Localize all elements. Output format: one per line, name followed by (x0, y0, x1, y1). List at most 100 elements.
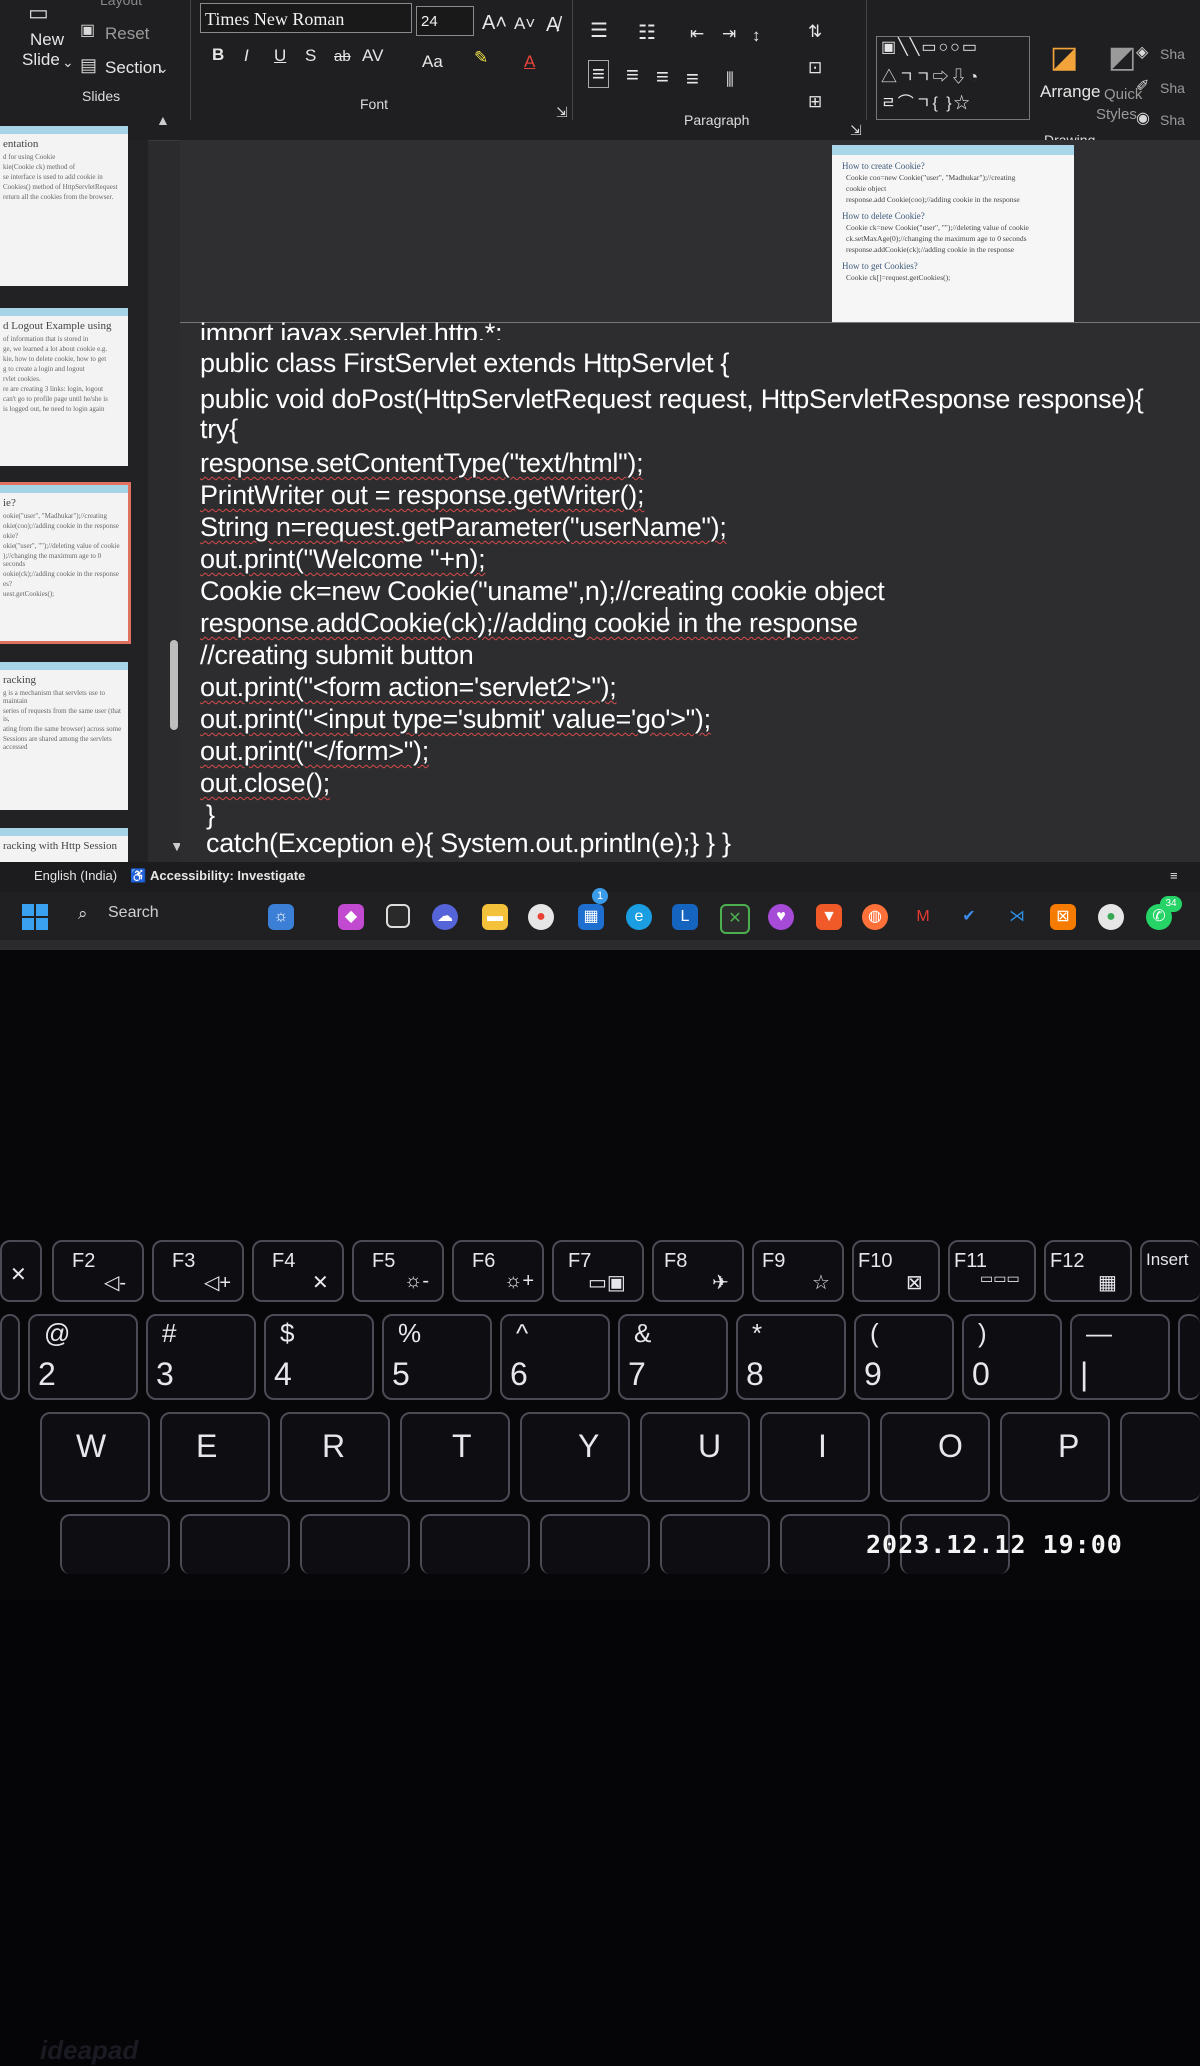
code-line[interactable]: public class FirstServlet extends HttpSe… (200, 348, 729, 379)
slide-thumbnail[interactable]: d Logout Example using of information th… (0, 308, 128, 466)
task-view-icon[interactable] (386, 904, 410, 928)
key-o[interactable]: O (880, 1412, 990, 1502)
bracket-key[interactable] (1120, 1412, 1200, 1502)
chrome-icon[interactable]: ● (528, 904, 554, 930)
slide-thumbnail-selected[interactable]: ie? ookie("user", "Madhukar");//creating… (0, 482, 131, 644)
align-center-button[interactable]: ≡ (626, 62, 639, 88)
number-key-3[interactable]: #3 (146, 1314, 256, 1400)
number-key-0[interactable]: ) 0 (962, 1314, 1062, 1400)
code-line[interactable]: } (206, 800, 215, 831)
key-j[interactable] (660, 1514, 770, 1574)
slide-thumbnail[interactable]: entation d for using Cookie kie(Cookie c… (0, 126, 128, 286)
chrome-profile-icon[interactable]: ● (1098, 904, 1124, 930)
insert-key[interactable]: Insert (1140, 1240, 1200, 1302)
code-line[interactable]: public void doPost(HttpServletRequest re… (200, 384, 1144, 415)
key-s[interactable] (60, 1514, 170, 1574)
align-left-button[interactable]: ≡ (588, 60, 609, 88)
code-line[interactable]: Cookie ck=new Cookie("uname",n);//creati… (200, 576, 885, 607)
search-box[interactable]: Search (108, 904, 288, 930)
f3-key[interactable]: F3 ◁+ (152, 1240, 244, 1302)
plus-key[interactable] (1178, 1314, 1200, 1400)
accessibility-status[interactable]: Accessibility: Investigate (150, 868, 305, 883)
l-app-icon[interactable]: L (672, 904, 698, 930)
notes-icon[interactable]: ≡ (1170, 868, 1178, 883)
code-line[interactable]: catch(Exception e){ System.out.println(e… (206, 828, 731, 859)
arrange-button[interactable]: Arrange (1040, 82, 1100, 102)
number-key-2[interactable]: @2 (28, 1314, 138, 1400)
new-slide-button[interactable]: New (30, 30, 64, 50)
firefox-icon[interactable]: ◍ (862, 904, 888, 930)
text-direction-icon[interactable]: ⇅ (808, 22, 822, 42)
file-explorer-icon[interactable]: ▬ (482, 904, 508, 930)
brave-icon[interactable]: ▼ (816, 904, 842, 930)
vscode-icon[interactable]: ⋊ (1004, 904, 1030, 930)
code-line[interactable]: String n=request.getParameter("userName"… (200, 512, 727, 543)
reset-button[interactable]: Reset (105, 24, 149, 44)
code-line[interactable]: out.close(); (200, 768, 330, 799)
code-line[interactable]: //creating submit button (200, 640, 474, 671)
shapes-gallery[interactable]: ▣╲╲▭○○▭ △ㄱㄱ⇨⇩◔ ㄹ⌒ㄱ{ }☆ (876, 36, 1030, 120)
increase-indent-icon[interactable]: ⇥ (722, 24, 736, 44)
f7-key[interactable]: F7 ▭▣ (552, 1240, 644, 1302)
font-name-select[interactable]: Times New Roman (200, 3, 412, 33)
slide-thumbnail-pane[interactable]: entation d for using Cookie kie(Cookie c… (0, 126, 148, 870)
key-r[interactable]: R (280, 1412, 390, 1502)
code-line[interactable]: import javax.servlet.http.*; (200, 318, 502, 340)
shape-fill-button[interactable]: Sha (1160, 46, 1185, 62)
shadow-button[interactable]: S (305, 46, 316, 66)
key-h[interactable] (540, 1514, 650, 1574)
smartart-icon[interactable]: ⊞ (808, 92, 822, 112)
key-t[interactable]: T (400, 1412, 510, 1502)
font-color-icon[interactable]: A (524, 52, 535, 72)
store-icon[interactable]: ▦ (578, 904, 604, 930)
code-line[interactable]: out.print("Welcome "+n); (200, 544, 486, 575)
key-u[interactable]: U (640, 1412, 750, 1502)
highlight-icon[interactable]: ✎ (474, 48, 488, 68)
code-line[interactable]: PrintWriter out = response.getWriter(); (200, 480, 645, 511)
strikethrough-button[interactable]: ab (334, 48, 351, 65)
code-line[interactable]: response.setContentType("text/html"); (200, 448, 644, 479)
key-f[interactable] (300, 1514, 410, 1574)
shapes-row-1-icon[interactable]: ▣╲╲▭○○▭ (881, 37, 979, 57)
f4-key[interactable]: F4 ✕ (252, 1240, 344, 1302)
scroll-up-icon[interactable]: ▲ (156, 112, 170, 128)
f2-key[interactable]: F2 ◁- (52, 1240, 144, 1302)
increase-font-icon[interactable]: A˄ (482, 12, 507, 35)
xbox-icon[interactable]: ✕ (720, 904, 750, 934)
f10-key[interactable]: F10 ⊠ (852, 1240, 940, 1302)
character-spacing-icon[interactable]: AV (362, 46, 383, 66)
mute-key[interactable]: ✕ (0, 1240, 42, 1302)
shapes-row-3-icon[interactable]: ㄹ⌒ㄱ{ }☆ (881, 89, 972, 113)
font-dialog-launcher-icon[interactable]: ⇲ (556, 104, 568, 121)
quick-styles-label[interactable]: Styles (1096, 106, 1137, 123)
f6-key[interactable]: F6 ☼+ (452, 1240, 544, 1302)
xampp-icon[interactable]: ⊠ (1050, 904, 1076, 930)
key-p[interactable]: P (1000, 1412, 1110, 1502)
italic-button[interactable]: I (244, 46, 249, 66)
slide-thumbnail[interactable]: racking g is a mechanism that servlets u… (0, 662, 128, 810)
shape-outline-button[interactable]: Sha (1160, 80, 1185, 96)
f8-key[interactable]: F8 ✈ (652, 1240, 744, 1302)
section-button[interactable]: Section (105, 58, 162, 78)
slide-thumbnail[interactable]: racking with Http Session (0, 828, 128, 866)
f5-key[interactable]: F5 ☼- (352, 1240, 444, 1302)
copilot-icon[interactable]: ◆ (338, 904, 364, 930)
mcafee-icon[interactable]: M (910, 904, 936, 930)
section-chevron-icon[interactable]: ⌄ (157, 60, 169, 77)
number-key-7[interactable]: & 7 (618, 1314, 728, 1400)
minus-key[interactable]: — | (1070, 1314, 1170, 1400)
key-w[interactable]: W (40, 1412, 150, 1502)
key-g[interactable] (420, 1514, 530, 1574)
numbering-icon[interactable]: ☷ (638, 20, 656, 45)
f9-key[interactable]: F9 ☆ (752, 1240, 844, 1302)
number-key-8[interactable]: * 8 (736, 1314, 846, 1400)
thumbnail-scrollbar[interactable] (170, 640, 178, 730)
number-key[interactable] (0, 1314, 20, 1400)
f11-key[interactable]: F11 ▭▭▭ (948, 1240, 1036, 1302)
shapes-row-2-icon[interactable]: △ㄱㄱ⇨⇩◔ (881, 63, 980, 87)
bold-button[interactable]: B (212, 45, 224, 65)
code-line[interactable]: out.print("<input type='submit' value='g… (200, 704, 711, 735)
align-text-icon[interactable]: ⊡ (808, 58, 822, 78)
number-key-5[interactable]: % 5 (382, 1314, 492, 1400)
chat-icon[interactable]: ☁ (432, 904, 458, 930)
